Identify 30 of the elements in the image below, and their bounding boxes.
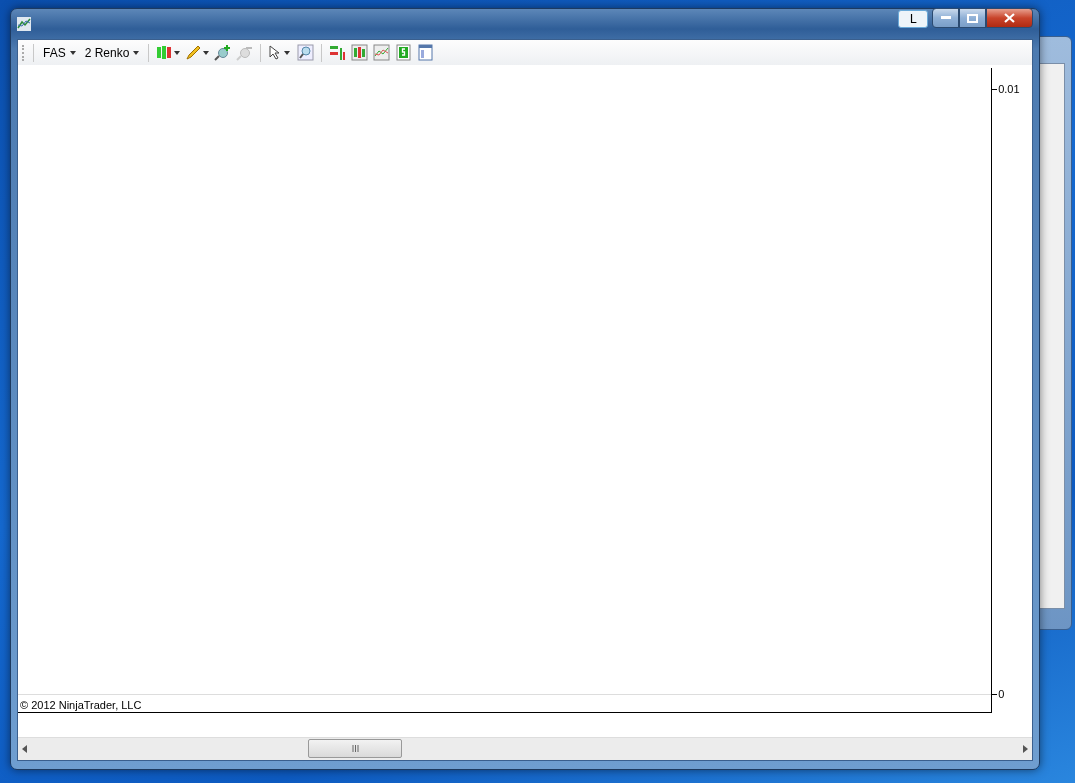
period-dropdown[interactable]: 2 Renko xyxy=(82,45,142,60)
axis-label: 0.01 xyxy=(998,83,1020,95)
axis-label: 0 xyxy=(998,688,1005,700)
horizontal-scrollbar[interactable] xyxy=(18,737,1032,760)
close-icon xyxy=(1004,13,1015,23)
zoom-in-icon[interactable] xyxy=(214,44,232,61)
caret-icon xyxy=(69,50,76,55)
maximize-button[interactable] xyxy=(959,8,986,28)
magnifier-icon[interactable] xyxy=(297,44,315,61)
instrument-dropdown[interactable]: FAS xyxy=(41,45,78,60)
grip-icon xyxy=(351,745,359,752)
scroll-left-icon[interactable] xyxy=(22,745,27,753)
maximize-icon xyxy=(967,13,978,23)
caret-icon xyxy=(133,50,140,55)
link-button[interactable]: L xyxy=(898,10,928,28)
scrollbar-thumb[interactable] xyxy=(308,739,402,758)
pointer-icon[interactable] xyxy=(268,44,293,61)
candles-icon[interactable] xyxy=(351,44,369,61)
candlestick-icon[interactable] xyxy=(156,44,181,61)
properties-icon[interactable] xyxy=(417,44,435,61)
copyright-text: © 2012 NinjaTrader, LLC xyxy=(19,698,143,712)
line-chart-icon[interactable] xyxy=(373,44,391,61)
pencil-icon[interactable] xyxy=(185,44,210,61)
scroll-right-icon[interactable] xyxy=(1023,745,1028,753)
dollar-icon[interactable] xyxy=(395,44,413,61)
minimize-button[interactable] xyxy=(932,8,959,28)
bar-chart-icon[interactable] xyxy=(329,44,347,61)
chart-app-icon xyxy=(17,17,31,31)
close-button[interactable] xyxy=(986,8,1033,28)
minimize-icon xyxy=(940,16,951,20)
